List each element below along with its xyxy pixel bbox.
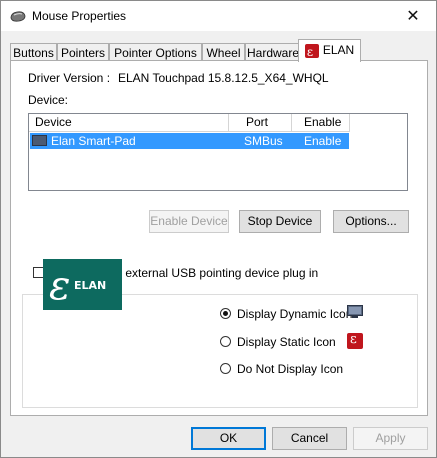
elan-logo-text: ELAN [74,279,106,292]
device-row[interactable]: Elan Smart-Pad SMBus Enable [30,133,349,149]
enable-device-button[interactable]: Enable Device [149,210,229,233]
tab-hardware[interactable]: Hardware [245,43,301,61]
apply-button[interactable]: Apply [353,427,428,450]
elan-icon [304,42,319,62]
tab-label: Wheel [206,46,241,60]
device-enable-cell: Enable [304,134,342,148]
touchpad-icon [32,135,47,146]
mouse-properties-window: Mouse Properties ✕ Buttons Pointers Poin… [0,0,437,458]
close-button[interactable]: ✕ [390,1,436,31]
monitor-icon [347,305,363,318]
svg-text:ε: ε [49,263,70,309]
options-button[interactable]: Options... [333,210,409,233]
elan-icon [347,332,363,349]
driver-version-label: Driver Version : [28,71,111,85]
device-name-cell: Elan Smart-Pad [51,134,136,148]
display-dynamic-icon-radio[interactable] [220,308,231,319]
column-header-enable[interactable]: Enable [292,114,350,131]
tab-elan[interactable]: ELAN [298,39,361,62]
close-icon: ✕ [406,8,420,25]
tab-label: Pointer Options [114,46,197,60]
do-not-display-icon-radio[interactable] [220,363,231,374]
tab-label: Buttons [13,46,54,60]
window-title: Mouse Properties [32,9,127,23]
do-not-display-icon-label[interactable]: Do Not Display Icon [237,362,343,376]
device-list-header: Device Port Enable [29,114,350,132]
device-list[interactable]: Device Port Enable Elan Smart-Pad SMBus … [28,113,408,191]
device-port-cell: SMBus [244,134,283,148]
device-label: Device: [28,93,69,107]
cancel-button[interactable]: Cancel [272,427,347,450]
tab-buttons[interactable]: Buttons [10,43,57,61]
tab-label: Hardware [246,46,300,60]
tab-label: Pointers [60,46,106,60]
display-static-icon-radio[interactable] [220,336,231,347]
display-dynamic-icon-label[interactable]: Display Dynamic Icon [237,307,352,321]
tab-label: ELAN [322,43,355,57]
column-header-device[interactable]: Device [29,114,229,131]
elan-tab-panel: Driver Version : ELAN Touchpad 15.8.12.5… [10,60,428,416]
ok-button[interactable]: OK [191,427,266,450]
title-bar[interactable]: Mouse Properties ✕ [1,1,436,31]
tab-wheel[interactable]: Wheel [202,43,245,61]
display-static-icon-label[interactable]: Display Static Icon [237,335,336,349]
stop-device-button[interactable]: Stop Device [239,210,321,233]
tab-pointers[interactable]: Pointers [57,43,109,61]
elan-logo: ε ELAN [43,259,122,310]
tab-pointer-options[interactable]: Pointer Options [109,43,202,61]
mouse-app-icon [10,11,26,22]
driver-version-value: ELAN Touchpad 15.8.12.5_X64_WHQL [118,71,329,85]
column-header-port[interactable]: Port [229,114,292,131]
